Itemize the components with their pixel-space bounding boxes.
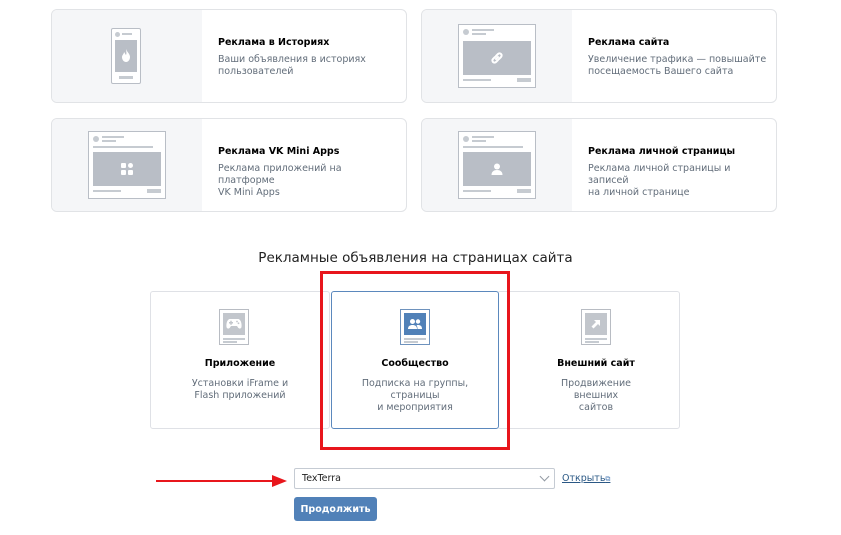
- option-title: Приложение: [204, 358, 276, 369]
- community-select-value: TexTerra: [302, 473, 341, 484]
- ad-format-card-stories[interactable]: Реклама в Историях Ваши объявления в ист…: [51, 9, 407, 103]
- card-thumbnail: [52, 119, 202, 211]
- option-desc-line: внешних: [573, 390, 619, 401]
- section-title: Рекламные объявления на страницах сайта: [258, 250, 573, 266]
- card-desc-line: VK Mini Apps: [218, 187, 280, 198]
- card-desc-line: Реклама приложений на платформе: [218, 163, 342, 186]
- option-desc-line: Flash приложений: [194, 390, 286, 401]
- card-thumbnail: [422, 119, 572, 211]
- card-title: Реклама личной страницы: [588, 146, 736, 157]
- red-arrow-annotation: [156, 475, 287, 487]
- option-title: Внешний сайт: [557, 358, 635, 369]
- option-desc-line: сайтов: [578, 402, 614, 413]
- post-mock: [458, 24, 536, 88]
- card-title: Реклама VK Mini Apps: [218, 146, 340, 157]
- external-link-small-icon: ⧉: [605, 475, 611, 483]
- person-icon: [491, 163, 503, 175]
- apps-grid-icon: [121, 163, 133, 175]
- community-select[interactable]: TexTerra: [294, 468, 555, 489]
- card-desc-line: на личной странице: [588, 187, 690, 198]
- card-thumbnail: [52, 10, 202, 102]
- phone-mock: [111, 28, 141, 84]
- open-link[interactable]: Открыть⧉: [562, 473, 610, 484]
- post-mock: [88, 131, 166, 199]
- fire-icon: [122, 49, 130, 62]
- post-mock: [458, 131, 536, 199]
- external-link-icon: [581, 309, 611, 345]
- continue-button[interactable]: Продолжить: [294, 497, 377, 521]
- gamepad-icon: [219, 309, 249, 345]
- link-icon: [491, 52, 503, 64]
- ad-format-card-personal-page[interactable]: Реклама личной страницы Реклама личной с…: [421, 118, 777, 212]
- card-desc-line: Реклама личной страницы и записей: [588, 163, 731, 186]
- option-app[interactable]: Приложение Установки iFrame и Flash прил…: [150, 291, 330, 429]
- card-thumbnail: [422, 10, 572, 102]
- open-link-label[interactable]: Открыть: [562, 473, 605, 484]
- card-desc-line: пользователей: [218, 66, 294, 77]
- option-desc-line: Установки iFrame и: [191, 378, 289, 389]
- ad-format-card-site[interactable]: Реклама сайта Увеличение трафика — повыш…: [421, 9, 777, 103]
- chevron-down-icon[interactable]: [539, 471, 550, 482]
- card-title: Реклама сайта: [588, 37, 670, 48]
- highlight-frame: [320, 271, 510, 450]
- card-desc-line: посещаемость Вашего сайта: [588, 66, 734, 77]
- card-title: Реклама в Историях: [218, 37, 330, 48]
- ad-format-card-mini-apps[interactable]: Реклама VK Mini Apps Реклама приложений …: [51, 118, 407, 212]
- card-desc-line: Ваши объявления в историях: [218, 54, 366, 65]
- option-desc-line: Продвижение: [561, 378, 631, 389]
- card-desc-line: Увеличение трафика — повышайте: [588, 54, 767, 65]
- option-external-site[interactable]: Внешний сайт Продвижение внешних сайтов: [497, 291, 680, 429]
